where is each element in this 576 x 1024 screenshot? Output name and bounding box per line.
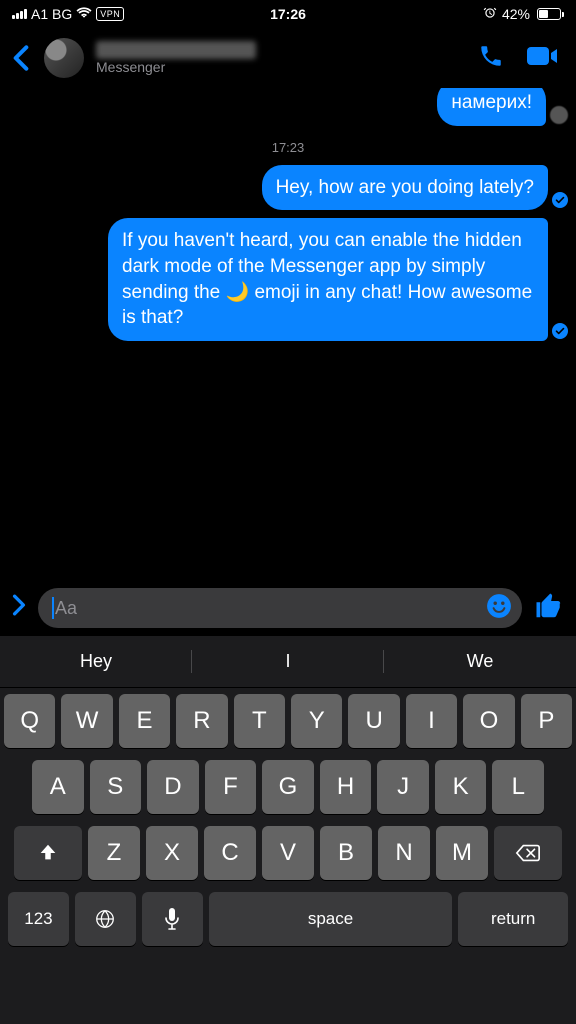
key-row-1: Q W E R T Y U I O P: [4, 694, 572, 748]
carrier-label: A1 BG: [31, 6, 72, 22]
chat-header: Messenger: [0, 28, 576, 88]
key-v[interactable]: V: [262, 826, 314, 880]
status-left: A1 BG VPN: [12, 6, 124, 22]
key-w[interactable]: W: [61, 694, 112, 748]
shift-key[interactable]: [14, 826, 82, 880]
key-m[interactable]: M: [436, 826, 488, 880]
thumbs-up-button[interactable]: [534, 591, 564, 626]
globe-key[interactable]: [75, 892, 136, 946]
message-bubble[interactable]: If you haven't heard, you can enable the…: [108, 218, 548, 341]
vpn-badge: VPN: [96, 7, 124, 21]
key-row-bottom: 123 space return: [4, 892, 572, 952]
back-button[interactable]: [10, 41, 32, 75]
message-row: Hey, how are you doing lately?: [8, 165, 568, 211]
message-placeholder: Aa: [55, 598, 486, 619]
return-key[interactable]: return: [458, 892, 568, 946]
contact-subtitle: Messenger: [96, 59, 466, 75]
key-u[interactable]: U: [348, 694, 399, 748]
emoji-picker-button[interactable]: [486, 593, 512, 624]
key-q[interactable]: Q: [4, 694, 55, 748]
message-composer: Aa: [0, 580, 576, 636]
suggestion[interactable]: I: [192, 636, 384, 687]
key-d[interactable]: D: [147, 760, 199, 814]
key-g[interactable]: G: [262, 760, 314, 814]
suggestion[interactable]: Hey: [0, 636, 192, 687]
numbers-key[interactable]: 123: [8, 892, 69, 946]
key-k[interactable]: K: [435, 760, 487, 814]
signal-icon: [12, 9, 27, 19]
key-t[interactable]: T: [234, 694, 285, 748]
key-z[interactable]: Z: [88, 826, 140, 880]
chat-scroll[interactable]: намерих! 17:23 Hey, how are you doing la…: [0, 88, 576, 579]
key-y[interactable]: Y: [291, 694, 342, 748]
contact-avatar[interactable]: [44, 38, 84, 78]
key-r[interactable]: R: [176, 694, 227, 748]
video-call-button[interactable]: [526, 44, 558, 73]
text-caret: [52, 597, 54, 619]
key-s[interactable]: S: [90, 760, 142, 814]
key-a[interactable]: A: [32, 760, 84, 814]
read-receipt-avatar: [550, 106, 568, 124]
key-p[interactable]: P: [521, 694, 572, 748]
contact-info[interactable]: Messenger: [96, 41, 466, 75]
key-l[interactable]: L: [492, 760, 544, 814]
call-button[interactable]: [478, 43, 504, 74]
message-row: If you haven't heard, you can enable the…: [8, 218, 568, 341]
key-j[interactable]: J: [377, 760, 429, 814]
battery-pct: 42%: [502, 6, 530, 22]
chat-timestamp: 17:23: [8, 140, 568, 155]
key-b[interactable]: B: [320, 826, 372, 880]
message-bubble[interactable]: Hey, how are you doing lately?: [262, 165, 548, 211]
key-x[interactable]: X: [146, 826, 198, 880]
key-f[interactable]: F: [205, 760, 257, 814]
status-right: 42%: [483, 6, 564, 23]
key-row-3: Z X C V B N M: [4, 826, 572, 880]
alarm-icon: [483, 6, 497, 23]
key-e[interactable]: E: [119, 694, 170, 748]
delivered-icon: [552, 192, 568, 208]
key-n[interactable]: N: [378, 826, 430, 880]
key-h[interactable]: H: [320, 760, 372, 814]
suggestion[interactable]: We: [384, 636, 576, 687]
wifi-icon: [76, 6, 92, 22]
backspace-key[interactable]: [494, 826, 562, 880]
message-bubble[interactable]: намерих!: [437, 88, 546, 126]
status-time: 17:26: [270, 6, 306, 22]
battery-icon: [535, 8, 564, 20]
expand-composer-button[interactable]: [12, 594, 26, 622]
space-key[interactable]: space: [209, 892, 453, 946]
key-i[interactable]: I: [406, 694, 457, 748]
status-bar: A1 BG VPN 17:26 42%: [0, 0, 576, 28]
message-input[interactable]: Aa: [38, 588, 522, 628]
contact-name: [96, 41, 256, 59]
key-o[interactable]: O: [463, 694, 514, 748]
delivered-icon: [552, 323, 568, 339]
keyboard: Hey I We Q W E R T Y U I O P A S D F G H…: [0, 636, 576, 1024]
dictation-key[interactable]: [142, 892, 203, 946]
key-c[interactable]: C: [204, 826, 256, 880]
suggestion-bar: Hey I We: [0, 636, 576, 688]
message-row: намерих!: [8, 88, 568, 126]
key-row-2: A S D F G H J K L: [4, 760, 572, 814]
